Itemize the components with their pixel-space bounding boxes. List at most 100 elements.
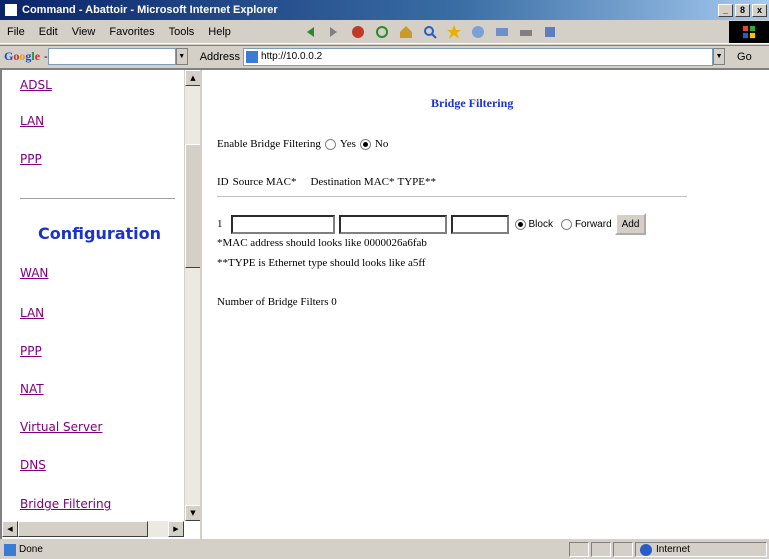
forward-arrow-icon — [329, 26, 337, 37]
nav-link-ppp[interactable]: PPP — [20, 152, 42, 166]
header-divider — [217, 196, 687, 197]
address-url: http://10.0.0.2 — [261, 51, 323, 62]
maximize-button[interactable]: 8 — [735, 3, 750, 17]
forward-button[interactable] — [325, 23, 343, 41]
history-icon — [471, 25, 484, 38]
mail-button[interactable] — [493, 23, 511, 41]
nav-link-dns[interactable]: DNS — [20, 458, 46, 472]
filter-column-headers: ID Source MAC* Destination MAC* TYPE** — [217, 176, 450, 188]
scroll-up-icon[interactable]: ▲ — [185, 70, 200, 86]
back-arrow-icon — [306, 26, 314, 37]
nav-link-config-ppp[interactable]: PPP — [20, 344, 42, 358]
destination-mac-input[interactable] — [338, 214, 447, 234]
block-radio[interactable] — [514, 218, 526, 230]
col-source-mac: Source MAC* — [232, 176, 297, 188]
menu-view[interactable]: View — [65, 26, 103, 38]
menu-help[interactable]: Help — [201, 26, 238, 38]
page-done-icon — [4, 543, 16, 556]
nav-link-adsl[interactable]: ADSL — [20, 78, 52, 92]
internet-globe-icon — [640, 543, 652, 556]
menu-file[interactable]: File — [0, 26, 32, 38]
left-horizontal-scrollbar[interactable]: ◀ ▶ — [2, 521, 184, 537]
stop-button[interactable] — [349, 23, 367, 41]
menu-bar: File Edit View Favorites Tools Help — [0, 20, 769, 44]
nav-link-nat[interactable]: NAT — [20, 382, 44, 396]
windows-logo-icon — [729, 20, 769, 43]
refresh-icon — [375, 25, 388, 38]
scroll-thumb[interactable] — [185, 144, 200, 268]
nav-link-wan[interactable]: WAN — [20, 266, 48, 280]
browser-content: ADSL LAN PPP Configuration WAN LAN PPP N… — [0, 68, 769, 539]
enable-yes-radio[interactable] — [324, 138, 336, 150]
main-frame: Bridge Filtering Enable Bridge Filtering… — [204, 70, 769, 539]
home-button[interactable] — [397, 23, 415, 41]
history-button[interactable] — [469, 23, 487, 41]
type-input[interactable] — [450, 214, 509, 234]
mail-icon — [495, 27, 508, 36]
google-search-dropdown[interactable]: ▼ — [175, 48, 188, 65]
status-panel-2 — [591, 542, 611, 557]
nav-link-virtual-server[interactable]: Virtual Server — [20, 420, 102, 434]
print-button[interactable] — [517, 23, 535, 41]
home-icon — [399, 25, 412, 38]
toolbar — [298, 23, 562, 41]
enable-no-radio[interactable] — [359, 138, 371, 150]
address-toolbar: Google - ▼ Address http://10.0.0.2 ▼ Go — [0, 45, 769, 67]
status-panel-1 — [569, 542, 589, 557]
address-label: Address — [199, 50, 241, 63]
favorites-button[interactable] — [445, 23, 463, 41]
col-type: TYPE** — [397, 176, 437, 188]
search-icon — [423, 25, 437, 39]
enable-yes-label: Yes — [339, 138, 356, 150]
enable-label: Enable Bridge Filtering — [217, 138, 321, 150]
scroll-right-icon[interactable]: ▶ — [168, 521, 184, 537]
mac-format-note: *MAC address should looks like 0000026a6… — [217, 237, 427, 249]
row-index: 1 — [217, 218, 223, 230]
back-button[interactable] — [301, 23, 319, 41]
source-mac-input[interactable] — [230, 214, 335, 234]
security-zone-panel: Internet — [635, 542, 767, 557]
left-vertical-scrollbar[interactable]: ▲ ▼ — [184, 70, 200, 521]
forward-label: Forward — [574, 218, 612, 230]
status-text: Done — [19, 544, 43, 555]
edit-icon — [544, 26, 555, 37]
menu-edit[interactable]: Edit — [32, 26, 65, 38]
nav-link-config-lan[interactable]: LAN — [20, 306, 44, 320]
scroll-down-icon[interactable]: ▼ — [185, 505, 200, 521]
col-id: ID — [217, 176, 229, 188]
filter-count: Number of Bridge Filters 0 — [217, 296, 337, 308]
zone-label: Internet — [656, 544, 690, 555]
scroll-left-icon[interactable]: ◀ — [2, 521, 18, 537]
menu-tools[interactable]: Tools — [162, 26, 202, 38]
enable-bridge-filtering-row: Enable Bridge Filtering Yes No — [217, 138, 388, 150]
configuration-heading: Configuration — [38, 224, 162, 243]
horizontal-scroll-thumb[interactable] — [18, 521, 148, 537]
nav-link-bridge-filtering[interactable]: Bridge Filtering — [20, 497, 111, 511]
add-button[interactable]: Add — [614, 213, 647, 235]
address-dropdown[interactable]: ▼ — [713, 48, 726, 65]
left-nav-frame: ADSL LAN PPP Configuration WAN LAN PPP N… — [2, 70, 202, 539]
block-label: Block — [528, 218, 553, 230]
star-icon — [446, 24, 461, 39]
filter-entry-row: 1 Block Forward Add — [217, 213, 647, 235]
search-button[interactable] — [421, 23, 439, 41]
minimize-button[interactable]: _ — [718, 3, 733, 17]
page-title: Bridge Filtering — [431, 96, 514, 110]
nav-divider — [20, 198, 175, 200]
close-button[interactable]: x — [752, 3, 767, 17]
page-icon — [246, 50, 259, 63]
stop-icon — [351, 25, 364, 38]
type-format-note: **TYPE is Ethernet type should looks lik… — [217, 257, 426, 269]
enable-no-label: No — [374, 138, 389, 150]
status-panel-3 — [613, 542, 633, 557]
menu-favorites[interactable]: Favorites — [102, 26, 161, 38]
nav-link-lan[interactable]: LAN — [20, 114, 44, 128]
refresh-button[interactable] — [373, 23, 391, 41]
printer-icon — [519, 29, 532, 36]
go-button[interactable]: Go — [737, 51, 752, 63]
google-search-input[interactable] — [47, 48, 176, 65]
forward-radio[interactable] — [560, 218, 572, 230]
address-input[interactable]: http://10.0.0.2 — [243, 47, 714, 66]
col-destination-mac: Destination MAC* — [310, 176, 395, 188]
edit-button[interactable] — [541, 23, 559, 41]
